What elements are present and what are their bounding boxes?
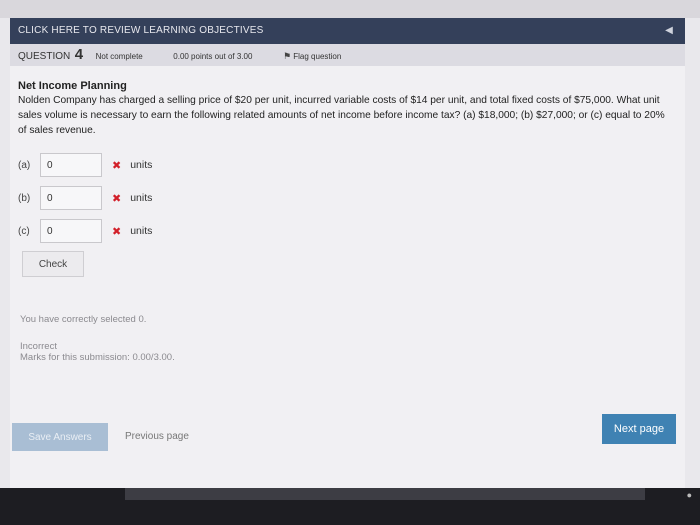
- question-number: 4: [74, 46, 84, 63]
- question-points: 0.00 points out of 3.00: [173, 52, 253, 61]
- answer-unit: units: [130, 192, 153, 204]
- flag-question-label: Flag question: [293, 52, 342, 61]
- answer-label: (c): [18, 225, 30, 237]
- incorrect-icon: ✖: [112, 192, 122, 205]
- question-title: Net Income Planning: [18, 80, 127, 92]
- feedback-area: You have correctly selected 0. Incorrect…: [20, 314, 175, 363]
- answer-label: (a): [18, 159, 31, 171]
- feedback-selected: You have correctly selected 0.: [20, 314, 147, 325]
- top-strip: [0, 0, 700, 18]
- question-content: Net Income Planning Nolden Company has c…: [18, 80, 673, 138]
- flag-icon: ⚑: [282, 51, 292, 61]
- learning-objectives-bar[interactable]: CLICK HERE TO REVIEW LEARNING OBJECTIVES…: [10, 18, 685, 44]
- incorrect-icon: ✖: [112, 225, 122, 238]
- answer-input-c[interactable]: [40, 219, 102, 243]
- chevron-left-icon[interactable]: ◀: [665, 18, 673, 44]
- question-label: QUESTION: [18, 51, 71, 62]
- question-text: Nolden Company has charged a selling pri…: [18, 95, 665, 136]
- taskbar: ●: [0, 488, 700, 525]
- answer-label: (b): [18, 192, 31, 204]
- previous-page-link[interactable]: Previous page: [125, 431, 189, 442]
- answer-row-c: (c) ✖ units: [18, 218, 152, 244]
- learning-objectives-label: CLICK HERE TO REVIEW LEARNING OBJECTIVES: [18, 25, 264, 36]
- feedback-marks: Marks for this submission: 0.00/3.00.: [20, 352, 175, 363]
- question-info-bar: QUESTION 4 Not complete 0.00 points out …: [10, 44, 685, 66]
- question-status: Not complete: [95, 52, 143, 61]
- flag-question-link[interactable]: ⚑ Flag question: [282, 51, 342, 61]
- answer-unit: units: [130, 159, 153, 171]
- answer-unit: units: [130, 225, 153, 237]
- system-tray-icon: ●: [686, 490, 692, 500]
- feedback-result: Incorrect: [20, 341, 57, 352]
- answer-row-b: (b) ✖ units: [18, 185, 152, 211]
- answer-input-a[interactable]: [40, 153, 102, 177]
- incorrect-icon: ✖: [112, 159, 122, 172]
- answer-row-a: (a) ✖ units: [18, 152, 152, 178]
- next-page-button[interactable]: Next page: [602, 414, 676, 444]
- check-button[interactable]: Check: [22, 251, 84, 277]
- taskbar-strip: [125, 488, 645, 500]
- quiz-panel: CLICK HERE TO REVIEW LEARNING OBJECTIVES…: [10, 18, 685, 488]
- answer-input-b[interactable]: [40, 186, 102, 210]
- save-answers-button[interactable]: Save Answers: [12, 423, 108, 451]
